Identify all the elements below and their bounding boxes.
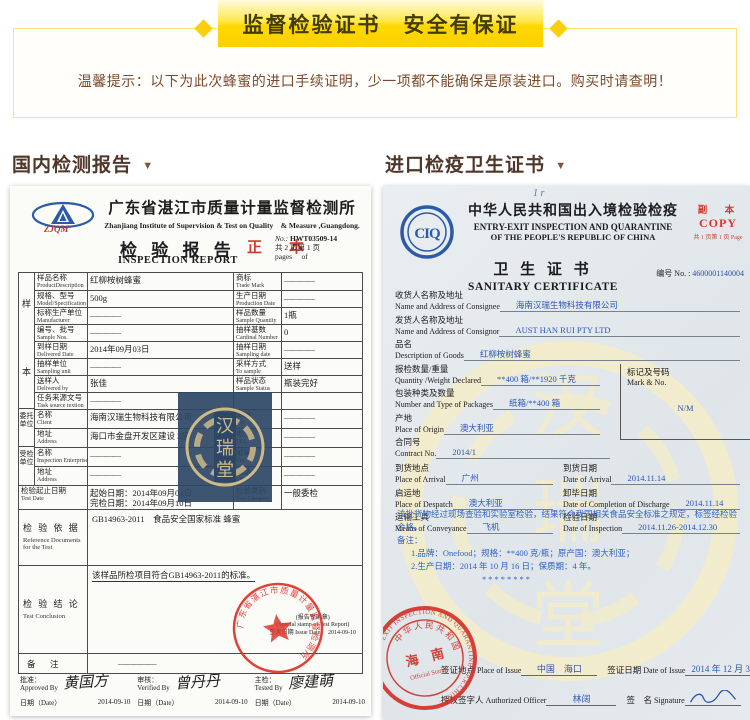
- field-consignee: 收货人名称及地址 Name and Address of Consignee海南…: [395, 290, 750, 312]
- certificate-promo-page: 温馨提示：以下为此次蜂蜜的进口手续证明，少一项都不能确保是原装进口。购买时请查明…: [0, 0, 750, 720]
- field-goods: 品名 Description of Goods红柳桉树蜂蜜: [395, 339, 750, 361]
- field-origin: 产地 Place of Origin澳大利亚: [395, 413, 610, 435]
- report-number: No.: HWT03509-14 共 2 页第 1 页 pages of: [275, 234, 367, 261]
- signer-approved: 批准：Approved By 黄国方 日期（Date）2014-09-10: [20, 671, 130, 708]
- svg-text:海 南: 海 南: [404, 646, 445, 670]
- quantity-mark-split: 报检数量/重量 Quantity /Weight Declared**400 箱…: [395, 364, 750, 460]
- svg-text:Official Stamp: Official Stamp: [410, 666, 449, 682]
- table-row: 送样人Delivered by 张佳 样品状态Sample Status 瓶装完…: [35, 375, 362, 392]
- inspection-report-document: ZJQM 广东省湛江市质量计量监督检测所 Zhanjiang Institute…: [10, 186, 371, 716]
- inspected-group-label: 受检单位: [19, 447, 34, 485]
- svg-text:CIQ: CIQ: [414, 226, 441, 242]
- signature-handwriting: 曾丹丹: [174, 669, 220, 693]
- table-row: 到样日期Delivered Date 2014年09月03日 抽样日期Sampl…: [35, 341, 362, 358]
- test-report-stamp-icon: 广东省湛江市质量计量监督检测所: [222, 572, 335, 685]
- institute-name: 广东省湛江市质量计量监督检测所 Zhanjiang Institute of S…: [100, 196, 364, 231]
- signature-handwriting: 黄国方: [62, 669, 108, 693]
- hanruitang-watermark: 汉 瑞 堂: [178, 392, 272, 502]
- banner: 监督检验证书 安全有保证: [218, 0, 543, 47]
- pen-mark: 1 r: [533, 188, 544, 199]
- notice-text: 温馨提示：以下为此次蜂蜜的进口手续证明，少一项都不能确保是原装进口。购买时请查明…: [14, 71, 736, 91]
- field-pair-despatch: 启运地 Place of Despatch澳大利亚 卸毕日期 Date of C…: [395, 488, 750, 510]
- table-row: 编号、批号Sample Nos. ———— 抽样基数Cardinal Numbe…: [35, 324, 362, 341]
- table-row: 标称生产单位Manufacturer ———— 样品数量Sample Quant…: [35, 307, 362, 324]
- field-quantity: 报检数量/重量 Quantity /Weight Declared**400 箱…: [395, 364, 610, 386]
- signer-tested: 主检：Tested By 廖建萌 日期（Date）2014-09-10: [255, 671, 365, 708]
- signer-verified: 审核：Verified By 曾丹丹 日期（Date）2014-09-10: [137, 671, 247, 708]
- triangle-down-icon: ▼: [555, 160, 567, 172]
- table-row: 样品名称ProductDescription 红柳桉树蜂蜜 商标Trade Ma…: [35, 273, 362, 290]
- svg-text:瑞: 瑞: [216, 438, 234, 458]
- signature-handwriting: 廖建萌: [287, 669, 333, 693]
- field-consignor: 发货人名称及地址 Name and Address of ConsignorAU…: [395, 315, 750, 337]
- table-side-labels: 样 本 委托单位 受检单位: [19, 273, 35, 485]
- ciq-logo-icon: CIQ: [399, 204, 455, 260]
- section-title: 进口检疫卫生证书: [385, 155, 545, 176]
- field-pair-arrival: 到货地点 Place of Arrival广州 到货日期 Date of Arr…: [395, 463, 750, 485]
- svg-text:汉: 汉: [216, 416, 234, 436]
- table-row: 抽样单位Sampling unit ———— 采样方式To sample 送样: [35, 358, 362, 375]
- triangle-down-icon: ▼: [142, 160, 154, 172]
- certificate-number: 编号 No. : 4600001140004: [656, 268, 744, 279]
- certificate-title: 卫 生 证 书 SANITARY CERTIFICATE: [453, 258, 633, 293]
- field-packages: 包装种类及数量 Number and Type of Packages纸箱/**…: [395, 388, 610, 410]
- signature-scribble-icon: [685, 690, 741, 706]
- copy-mark: 副 本 COPY 共 1 页第 1 页 Page: [688, 202, 748, 241]
- zjqm-logo-icon: ZJQM: [30, 198, 96, 238]
- sanitary-certificate-document: 汉 瑞 堂 1 r CIQ 中华人民共和国出入境检验检疫 ENTRY-EXIT …: [383, 186, 750, 720]
- table-row-reference: 检 验 依 据Reference Documents for the Test …: [19, 509, 362, 565]
- certificate-statement: 该批货物经过现场查验和实验室检验，结果符合我国相关食品安全标准之规定，标签经检验…: [397, 508, 737, 586]
- client-group-label: 委托单位: [19, 409, 34, 447]
- field-contract: 合同号 Contract No.2014/1: [395, 437, 610, 459]
- svg-text:ZJQM: ZJQM: [43, 224, 69, 234]
- table-row: 规格、型号Model/Specification 500g 生产日期Produc…: [35, 290, 362, 307]
- svg-text:堂: 堂: [216, 460, 234, 480]
- mark-and-no-box: 标记及号码 Mark & No. N/M: [620, 364, 750, 440]
- certificate-fields: 收货人名称及地址 Name and Address of Consignee海南…: [395, 290, 750, 537]
- banner-title: 监督检验证书 安全有保证: [243, 9, 519, 39]
- section-header-domestic-report[interactable]: 国内检测报告 ▼: [12, 150, 154, 177]
- section-header-import-certificate[interactable]: 进口检疫卫生证书 ▼: [385, 150, 567, 177]
- report-title-en: INSPECTION REPORT: [118, 255, 238, 266]
- signatures-footer: 批准：Approved By 黄国方 日期（Date）2014-09-10 审核…: [20, 671, 365, 708]
- svg-text:堂: 堂: [532, 577, 604, 657]
- section-title: 国内检测报告: [12, 155, 132, 176]
- organization-header: 中华人民共和国出入境检验检疫 ENTRY-EXIT INSPECTION AND…: [459, 200, 687, 242]
